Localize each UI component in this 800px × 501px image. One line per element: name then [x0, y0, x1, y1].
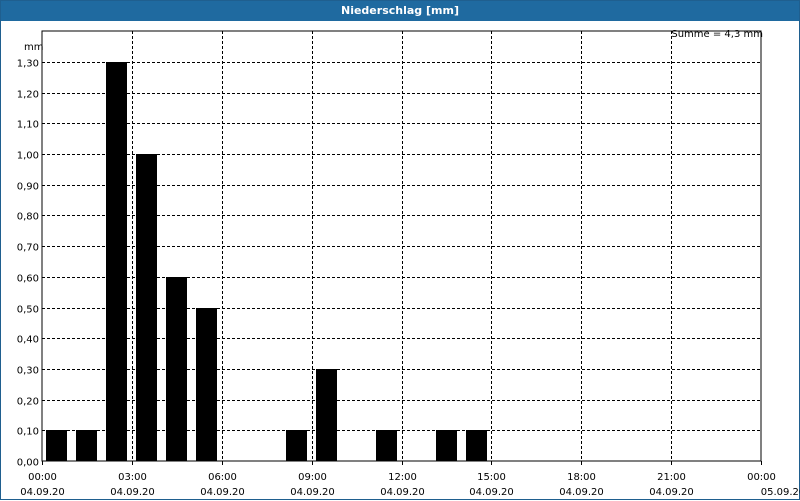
bar: [106, 62, 127, 461]
y-tick-label: 0,80: [17, 212, 39, 223]
y-tick-label: 0,10: [17, 427, 39, 438]
x-tick-date-label: 04.09.20: [559, 487, 604, 498]
x-tick-time-label: 06:00: [208, 472, 237, 483]
bar: [76, 430, 97, 461]
y-tick-label: 0,60: [17, 274, 39, 285]
x-tick-date-label: 04.09.20: [110, 487, 155, 498]
y-tick-label: 1,10: [17, 120, 39, 131]
y-tick-label: 1,20: [17, 90, 39, 101]
x-tick-date-label: 05.09.20: [761, 487, 800, 498]
precipitation-chart: 0,00 0,10 0,20 0,30 0,40 0,50 0,60 0,70 0,80 0,90…: [17, 29, 800, 498]
y-axis-label: mm: [24, 42, 43, 53]
x-tick-time-label: 21:00: [657, 472, 686, 483]
bar: [46, 430, 67, 461]
bar: [136, 154, 157, 461]
bar: [376, 430, 397, 461]
y-tick-label: 0,70: [17, 243, 39, 254]
x-tick-date-label: 04.09.20: [290, 487, 335, 498]
x-tick-time-label: 15:00: [477, 472, 506, 483]
x-tick-time-label: 00:00: [747, 472, 776, 483]
bar: [196, 308, 217, 461]
x-tick-time-label: 03:00: [118, 472, 147, 483]
x-tick-date-label: 04.09.20: [649, 487, 694, 498]
bar: [286, 430, 307, 461]
y-tick-label: 0,20: [17, 397, 39, 408]
x-tick-time-label: 18:00: [567, 472, 596, 483]
x-tick-date-label: 04.09.20: [469, 487, 514, 498]
y-tick-label: 0,40: [17, 335, 39, 346]
x-tick-time-label: 12:00: [388, 472, 417, 483]
chart-window: Niederschlag [mm] 0,00 0,10 0,20 0,30 0,40 0,…: [0, 0, 800, 500]
x-tick-labels: 00:00 04.09.20 03:00 04.09.20 06:00 04.09.20 0…: [20, 472, 800, 498]
y-tick-label: 1,00: [17, 151, 39, 162]
x-tick-date-label: 04.09.20: [380, 487, 425, 498]
y-tick-label: 0,30: [17, 366, 39, 377]
y-tick-label: 0,00: [17, 458, 39, 469]
x-tick-time-label: 09:00: [298, 472, 327, 483]
y-tick-label: 0,90: [17, 182, 39, 193]
y-tick-label: 0,50: [17, 305, 39, 316]
x-tick-time-label: 00:00: [28, 472, 57, 483]
sum-annotation: Summe = 4,3 mm: [671, 29, 763, 40]
y-tick-labels: 0,00 0,10 0,20 0,30 0,40 0,50 0,60 0,70 0,80 0,90…: [17, 59, 39, 469]
bar: [466, 430, 487, 461]
bar: [316, 369, 337, 461]
y-tick-label: 1,30: [17, 59, 39, 70]
bar: [166, 277, 187, 461]
x-tick-date-label: 04.09.20: [200, 487, 245, 498]
bar: [436, 430, 457, 461]
x-tick-date-label: 04.09.20: [20, 487, 65, 498]
